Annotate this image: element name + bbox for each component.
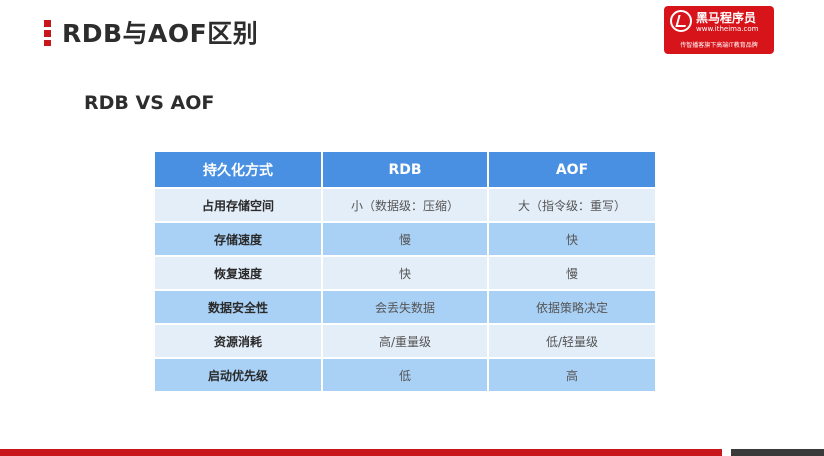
header-cell-method: 持久化方式	[155, 152, 321, 187]
title-accent-bar	[44, 20, 51, 46]
row-label: 数据安全性	[155, 291, 321, 323]
slide-subtitle: RDB VS AOF	[84, 92, 215, 114]
footer-red-bar	[0, 449, 722, 456]
table-row: 启动优先级 低 高	[155, 359, 655, 391]
aof-cell: 高	[489, 359, 655, 391]
slide: RDB与AOF区别 黑马程序员 www.itheima.com 传智播客旗下高端…	[0, 0, 824, 456]
table-row: 存储速度 慢 快	[155, 223, 655, 255]
table-row: 数据安全性 会丢失数据 依据策略决定	[155, 291, 655, 323]
table-row: 占用存储空间 小（数据级：压缩） 大（指令级：重写）	[155, 189, 655, 221]
aof-cell: 快	[489, 223, 655, 255]
aof-cell: 慢	[489, 257, 655, 289]
footer-dark-bar	[731, 449, 824, 456]
row-label: 恢复速度	[155, 257, 321, 289]
aof-cell: 大（指令级：重写）	[489, 189, 655, 221]
brand-logo: 黑马程序员 www.itheima.com 传智播客旗下高端IT教育品牌	[664, 6, 774, 54]
comparison-table: 持久化方式 RDB AOF 占用存储空间 小（数据级：压缩） 大（指令级：重写）…	[153, 150, 657, 393]
rdb-cell: 会丢失数据	[323, 291, 487, 323]
row-label: 启动优先级	[155, 359, 321, 391]
rdb-cell: 低	[323, 359, 487, 391]
row-label: 占用存储空间	[155, 189, 321, 221]
rdb-cell: 高/重量级	[323, 325, 487, 357]
table-row: 资源消耗 高/重量级 低/轻量级	[155, 325, 655, 357]
aof-cell: 依据策略决定	[489, 291, 655, 323]
row-label: 存储速度	[155, 223, 321, 255]
rdb-cell: 慢	[323, 223, 487, 255]
logo-name: 黑马程序员	[696, 11, 757, 25]
header-cell-rdb: RDB	[323, 152, 487, 187]
header-cell-aof: AOF	[489, 152, 655, 187]
row-label: 资源消耗	[155, 325, 321, 357]
rdb-cell: 快	[323, 257, 487, 289]
table-row: 恢复速度 快 慢	[155, 257, 655, 289]
slide-title: RDB与AOF区别	[62, 19, 259, 48]
aof-cell: 低/轻量级	[489, 325, 655, 357]
horse-logo-icon	[670, 10, 692, 32]
table-header-row: 持久化方式 RDB AOF	[155, 152, 655, 187]
rdb-cell: 小（数据级：压缩）	[323, 189, 487, 221]
logo-url: www.itheima.com	[696, 25, 759, 33]
logo-slogan: 传智播客旗下高端IT教育品牌	[680, 42, 758, 49]
